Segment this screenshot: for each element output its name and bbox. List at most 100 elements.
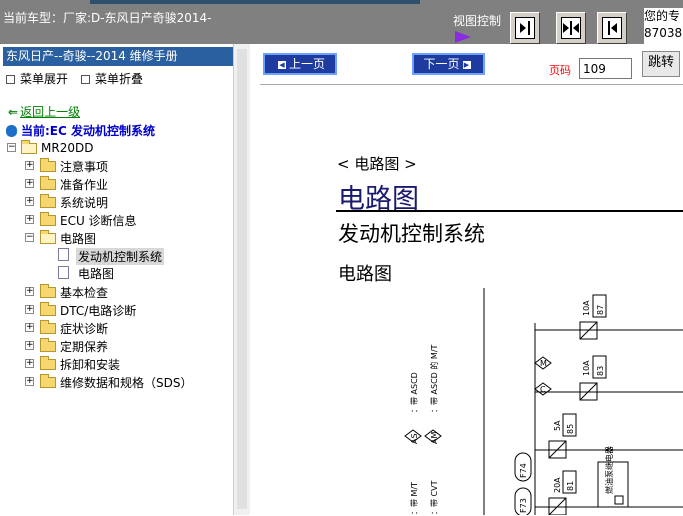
connector-label: AM xyxy=(430,432,439,444)
title-divider xyxy=(336,210,683,212)
expand-toggle[interactable]: + xyxy=(25,305,34,314)
next-page-button[interactable]: 下一页 ▶ xyxy=(412,53,485,75)
expand-toggle[interactable]: + xyxy=(25,359,34,368)
current-section: 当前:EC 发动机控制系统 xyxy=(6,122,155,139)
tree-item[interactable]: ECU 诊断信息 xyxy=(60,212,137,229)
tree-item[interactable]: 注意事项 xyxy=(60,158,108,175)
fuse-number-label: 87 xyxy=(596,305,605,315)
collapse-toggle[interactable]: − xyxy=(25,233,34,242)
connector-label: C xyxy=(540,385,546,394)
arrow-left-icon: ◀ xyxy=(277,61,286,69)
folder-icon xyxy=(40,194,56,208)
folder-icon xyxy=(40,284,56,298)
tree-item[interactable]: DTC/电路诊断 xyxy=(60,302,136,319)
folder-icon xyxy=(40,302,56,316)
expand-toggle[interactable]: + xyxy=(25,161,34,170)
menu-expand-label: 菜单展开 xyxy=(20,72,69,86)
back-link[interactable]: ⇐ 返回上一级 xyxy=(8,103,80,120)
menu-collapse-button[interactable]: 菜单折叠 xyxy=(81,70,143,87)
diagram-note: ：带 ASCD 的 M/T xyxy=(429,344,439,413)
top-toolbar-accent xyxy=(90,0,420,4)
fuse-amp-label: 5A xyxy=(553,420,562,431)
panel-right-icon xyxy=(515,17,535,39)
tree-item[interactable]: 拆卸和安装 xyxy=(60,356,120,373)
view-control-label: 视图控制 xyxy=(453,14,502,28)
back-arrow-icon: ⇐ xyxy=(8,105,19,119)
expand-toggle[interactable]: + xyxy=(25,377,34,386)
scrollbar-thumb[interactable] xyxy=(237,49,247,509)
folder-icon xyxy=(40,320,56,334)
expand-toggle[interactable]: + xyxy=(25,323,34,332)
tree-item[interactable]: 准备作业 xyxy=(60,176,108,193)
view-control-arrow-icon xyxy=(455,31,471,43)
notice-panel: 您的专 870382 xyxy=(644,8,683,44)
diagram-note: ：带 M/T xyxy=(410,482,419,515)
folder-icon xyxy=(40,338,56,352)
connector-label: F74 xyxy=(519,463,528,478)
connector-label: F73 xyxy=(519,498,528,513)
menu-expand-button[interactable]: 菜单展开 xyxy=(6,70,68,87)
tree-item[interactable]: 系统说明 xyxy=(60,194,108,211)
square-icon xyxy=(6,75,15,84)
tree-item[interactable]: 症状诊断 xyxy=(60,320,108,337)
next-page-label: 下一页 xyxy=(423,57,460,71)
fuse-amp-label: 10A xyxy=(582,360,591,376)
expand-toggle[interactable]: + xyxy=(25,179,34,188)
folder-icon xyxy=(40,158,56,172)
folder-icon xyxy=(40,212,56,226)
back-link-label: 返回上一级 xyxy=(20,105,81,119)
go-button[interactable]: 跳转 xyxy=(642,51,680,77)
expand-toggle[interactable]: + xyxy=(25,341,34,350)
expand-toggle[interactable]: + xyxy=(25,197,34,206)
expand-toggle[interactable]: + xyxy=(25,215,34,224)
tree-item[interactable]: 电路图 xyxy=(60,230,96,247)
diagram-note: ：带 ASCD xyxy=(410,372,419,413)
document-heading: 电路图 xyxy=(338,264,392,285)
folder-icon xyxy=(40,356,56,370)
folder-icon xyxy=(40,176,56,190)
tree-root[interactable]: MR20DD xyxy=(41,141,93,155)
tree-item[interactable]: 电路图 xyxy=(78,265,114,282)
document-subtitle: 发动机控制系统 xyxy=(338,222,485,246)
view-expand-left-button[interactable] xyxy=(597,12,627,44)
folder-open-icon xyxy=(21,140,37,154)
view-split-button[interactable] xyxy=(556,12,586,44)
notice-line: 您的专 xyxy=(644,9,681,23)
connector-label: M xyxy=(540,359,547,368)
square-icon xyxy=(81,75,90,84)
section-tag: < 电路图 > xyxy=(337,155,417,173)
arrow-right-icon: ▶ xyxy=(462,61,471,69)
collapse-toggle[interactable]: − xyxy=(7,143,16,152)
fuse-number-label: 81 xyxy=(566,481,575,491)
tree-item[interactable]: 基本检查 xyxy=(60,284,108,301)
view-expand-right-button[interactable] xyxy=(510,12,540,44)
page-number-input[interactable] xyxy=(579,58,632,79)
folder-open-icon xyxy=(40,230,56,244)
fuse-amp-label: 10A xyxy=(582,300,591,316)
sidebar-title: 东风日产--奇骏--2014 维修手册 xyxy=(3,47,233,66)
folder-icon xyxy=(40,374,56,388)
connector-label: AS xyxy=(410,433,419,444)
wiring-diagram: 10A 87 10A 83 5A 85 20A 81 M C AS AM F74… xyxy=(404,288,683,515)
document-icon xyxy=(58,266,69,279)
panel-left-icon xyxy=(602,17,622,39)
tree-item[interactable]: 维修数据和规格（SDS） xyxy=(60,374,192,391)
globe-icon xyxy=(6,125,17,137)
notice-line: 870382 xyxy=(644,26,683,40)
tree-item[interactable]: 定期保养 xyxy=(60,338,108,355)
page-number-label: 页码 xyxy=(549,64,571,77)
diagram-note: ：带 CVT xyxy=(430,480,439,515)
tree-item-selected[interactable]: 发动机控制系统 xyxy=(76,248,165,265)
menu-collapse-label: 菜单折叠 xyxy=(95,72,144,86)
expand-toggle[interactable]: + xyxy=(25,287,34,296)
relay-label: 燃油泵继电器 xyxy=(604,446,614,494)
prev-page-button[interactable]: ◀ 上一页 xyxy=(263,53,337,75)
document-icon xyxy=(58,248,69,261)
fuse-amp-label: 20A xyxy=(553,477,562,493)
sidebar-scrollbar[interactable] xyxy=(233,44,251,515)
current-section-label: 当前:EC 发动机控制系统 xyxy=(21,124,155,138)
fuse-number-label: 85 xyxy=(566,424,575,434)
fuse-number-label: 83 xyxy=(596,366,605,376)
vehicle-model-label: 当前车型：厂家:D-东风日产奇骏2014- xyxy=(3,11,212,25)
panel-split-icon xyxy=(561,17,581,39)
